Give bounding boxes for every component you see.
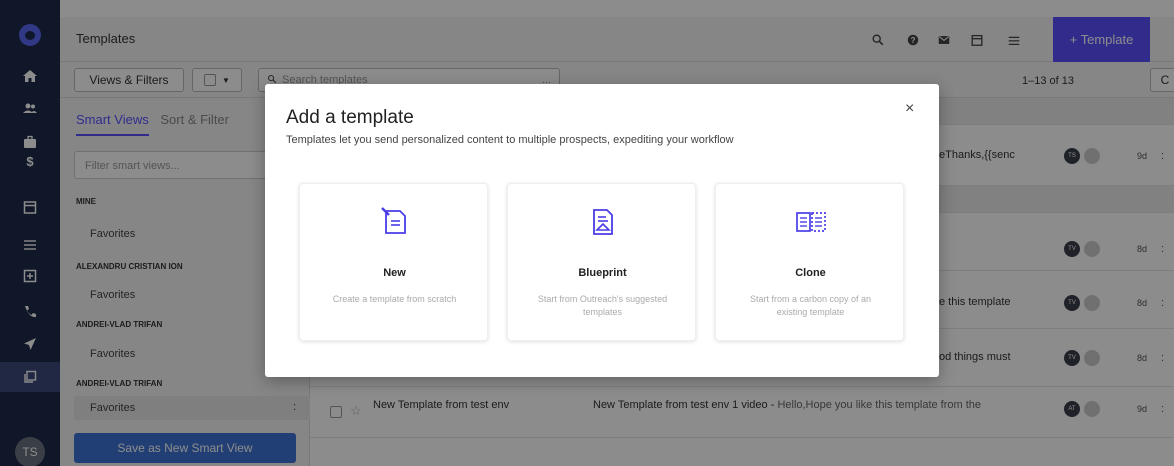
card-description: Start from a carbon copy of an existing … bbox=[749, 294, 872, 317]
card-title: New bbox=[383, 267, 406, 279]
card-description: Start from Outreach's suggested template… bbox=[537, 294, 668, 317]
add-template-modal: Add a template Templates let you send pe… bbox=[265, 84, 939, 377]
modal-title: Add a template bbox=[286, 107, 414, 128]
new-document-icon bbox=[378, 205, 412, 239]
close-icon[interactable]: × bbox=[905, 100, 914, 118]
clone-icon bbox=[794, 205, 828, 239]
card-title: Blueprint bbox=[578, 267, 627, 279]
modal-subtitle: Templates let you send personalized cont… bbox=[286, 134, 734, 146]
blueprint-icon bbox=[586, 205, 620, 239]
card-description: Create a template from scratch bbox=[332, 294, 457, 304]
clone-card[interactable]: Clone Start from a carbon copy of an exi… bbox=[715, 183, 904, 341]
new-template-card[interactable]: New Create a template from scratch bbox=[299, 183, 488, 341]
blueprint-card[interactable]: Blueprint Start from Outreach's suggeste… bbox=[507, 183, 696, 341]
app-window: $ TS Templates ? + Template Views & Filt… bbox=[0, 0, 1174, 466]
card-title: Clone bbox=[795, 267, 826, 279]
